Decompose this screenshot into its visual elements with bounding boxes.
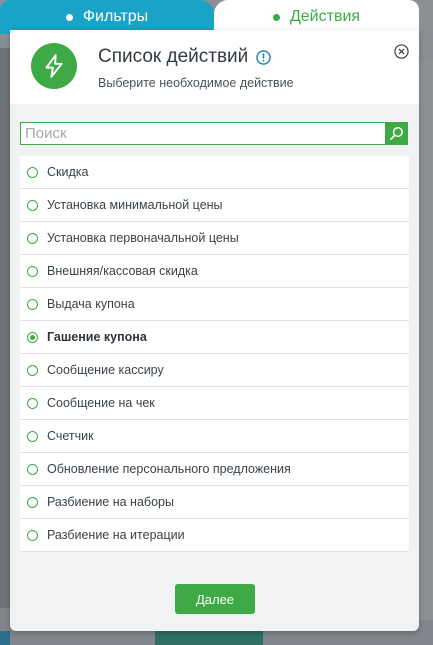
panel-header: Список действий Выберите необходимое дей…	[10, 30, 419, 104]
action-option[interactable]: Сообщение на чек	[20, 387, 409, 420]
lightning-icon	[31, 43, 77, 89]
action-label: Внешняя/кассовая скидка	[47, 264, 198, 278]
action-label: Сообщение на чек	[47, 396, 155, 410]
radio-icon	[27, 265, 38, 277]
action-option[interactable]: Обновление персонального предложения	[20, 453, 409, 486]
radio-icon	[27, 496, 38, 508]
search-input[interactable]	[21, 123, 385, 144]
page-title-text: Список действий	[98, 46, 249, 67]
radio-icon	[27, 397, 38, 409]
action-label: Счетчик	[47, 429, 94, 443]
page-subtitle: Выберите необходимое действие	[98, 76, 294, 90]
action-label: Гашение купона	[47, 330, 147, 344]
tab-dot-icon	[65, 13, 73, 21]
tab-actions-label: Действия	[289, 8, 361, 25]
page-title: Список действий	[98, 46, 294, 68]
tab-filters[interactable]: Фильтры	[0, 0, 214, 34]
info-icon[interactable]	[256, 49, 272, 65]
action-option[interactable]: Установка первоначальной цены	[20, 222, 409, 255]
close-icon[interactable]	[394, 44, 409, 59]
action-label: Скидка	[47, 165, 89, 179]
action-label: Разбиение на итерации	[47, 528, 185, 542]
tab-dot-icon	[272, 13, 280, 21]
tab-actions[interactable]: Действия	[214, 0, 419, 34]
action-option[interactable]: Разбиение на итерации	[20, 519, 409, 552]
action-label: Установка первоначальной цены	[47, 231, 239, 245]
actions-panel: Список действий Выберите необходимое дей…	[10, 30, 419, 631]
action-label: Обновление персонального предложения	[47, 462, 291, 476]
action-label: Сообщение кассиру	[47, 363, 164, 377]
radio-icon	[27, 463, 38, 475]
search-box	[20, 122, 408, 145]
title-block: Список действий Выберите необходимое дей…	[98, 46, 294, 90]
backdrop-bottom-tab	[0, 631, 10, 645]
backdrop-bottom-tab	[155, 631, 263, 645]
search-icon[interactable]	[385, 123, 407, 144]
radio-icon	[27, 529, 38, 541]
action-option[interactable]: Скидка	[20, 156, 409, 189]
radio-icon	[27, 298, 38, 310]
action-label: Разбиение на наборы	[47, 495, 174, 509]
action-option[interactable]: Выдача купона	[20, 288, 409, 321]
action-option[interactable]: Сообщение кассиру	[20, 354, 409, 387]
action-option[interactable]: Счетчик	[20, 420, 409, 453]
action-label: Установка минимальной цены	[47, 198, 223, 212]
actions-list: Скидка Установка минимальной цены Устано…	[20, 156, 409, 552]
radio-icon	[27, 232, 38, 244]
action-option[interactable]: Установка минимальной цены	[20, 189, 409, 222]
action-label: Выдача купона	[47, 297, 135, 311]
radio-icon	[27, 364, 38, 376]
action-option[interactable]: Гашение купона	[20, 321, 409, 354]
backdrop-left-strip	[0, 48, 10, 608]
radio-icon	[27, 430, 38, 442]
radio-icon	[27, 331, 38, 343]
action-option[interactable]: Внешняя/кассовая скидка	[20, 255, 409, 288]
tab-filters-label: Фильтры	[82, 8, 149, 25]
action-option[interactable]: Разбиение на наборы	[20, 486, 409, 519]
radio-icon	[27, 199, 38, 211]
next-button[interactable]: Далее	[175, 584, 255, 614]
backdrop-right-strip	[419, 60, 433, 620]
radio-icon	[27, 166, 38, 178]
